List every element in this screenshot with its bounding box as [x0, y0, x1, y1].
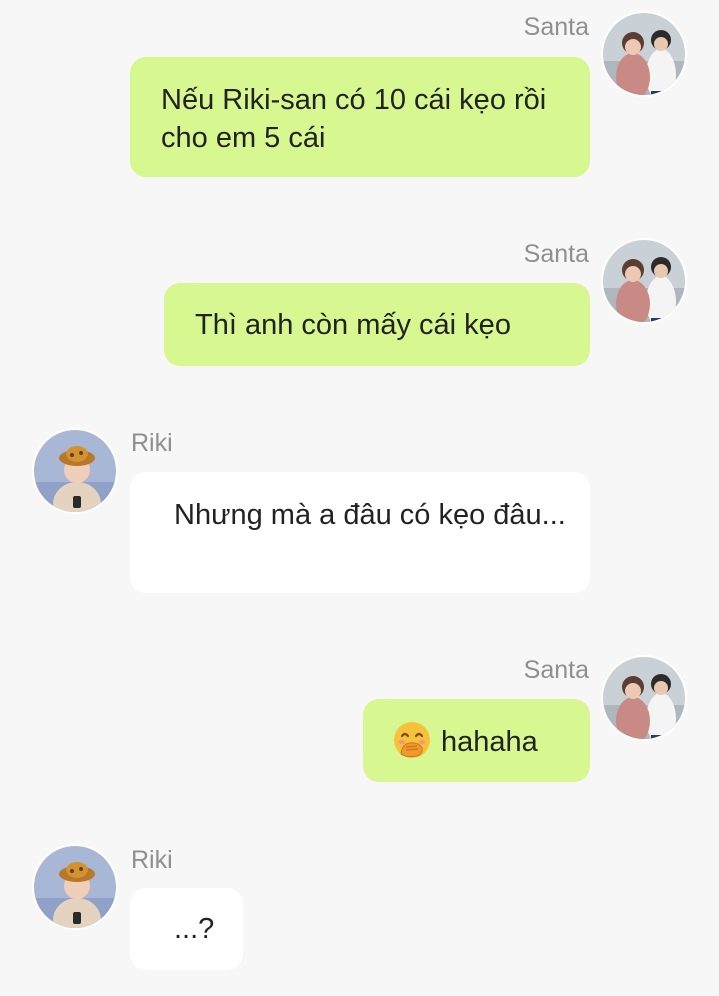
riki-photo — [34, 430, 116, 512]
santa-avatar[interactable] — [601, 655, 687, 741]
message-text: ...? — [174, 913, 215, 945]
message-bubble[interactable]: hahaha — [363, 699, 590, 782]
riki-avatar[interactable] — [32, 428, 118, 514]
santa-photo — [603, 240, 685, 322]
message-bubble[interactable]: Nếu Riki-san có 10 cái kẹo rồi cho em 5 … — [130, 57, 590, 177]
sender-name: Riki — [131, 429, 173, 457]
santa-photo — [603, 13, 685, 95]
message-bubble[interactable]: Nhưng mà a đâu có kẹo đâu... — [130, 472, 590, 593]
santa-photo — [603, 657, 685, 739]
hand-over-mouth-emoji — [393, 721, 431, 769]
message-text: hahaha — [441, 726, 538, 758]
santa-avatar[interactable] — [601, 11, 687, 97]
riki-avatar[interactable] — [32, 844, 118, 930]
message-bubble[interactable]: Thì anh còn mấy cái kẹo — [164, 283, 590, 366]
message-text: Nếu Riki-san có 10 cái kẹo rồi cho em 5 … — [161, 84, 547, 154]
sender-name: Santa — [523, 240, 589, 268]
message-text: Nhưng mà a đâu có kẹo đâu... — [174, 499, 566, 531]
sender-name: Santa — [523, 656, 589, 684]
sender-name: Riki — [131, 846, 173, 874]
message-bubble[interactable]: ...? — [130, 888, 243, 970]
santa-avatar[interactable] — [601, 238, 687, 324]
riki-photo — [34, 846, 116, 928]
sender-name: Santa — [523, 13, 589, 41]
message-text: Thì anh còn mấy cái kẹo — [195, 309, 511, 341]
